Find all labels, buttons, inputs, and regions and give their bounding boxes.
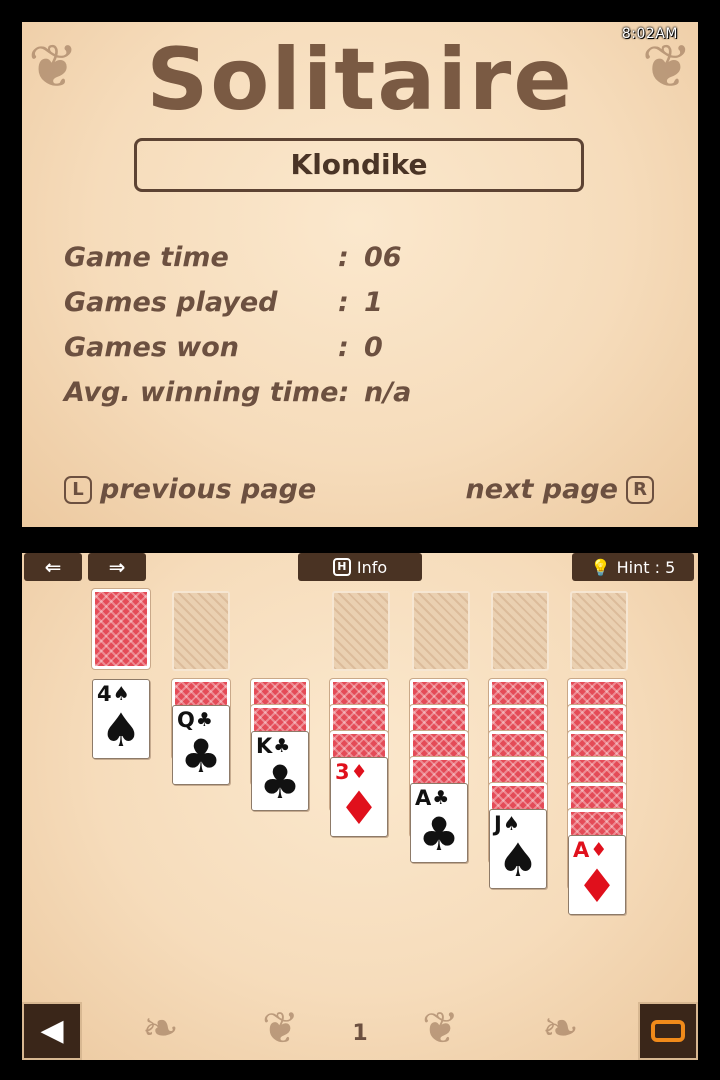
stat-value: 1 [364,287,383,318]
stats-screen: ❦ ❦ 8:02AM Solitaire Klondike Game time … [22,22,698,527]
redo-arrow-icon: ⇒ [108,555,126,579]
previous-page-button[interactable]: L previous page [64,474,316,505]
foundation-slot[interactable] [570,591,628,671]
card-suit-large-icon: ♦ [338,781,380,835]
hint-button[interactable]: 💡 Hint : 5 [572,553,694,581]
l-button-icon: L [64,475,92,504]
menu-icon [651,1020,685,1042]
stat-value: 06 [364,242,402,273]
card-suit-large-icon: ♣ [259,755,301,809]
stat-value: n/a [364,377,412,408]
game-mode-label: Klondike [134,138,584,192]
previous-page-label: previous page [100,474,317,505]
lightbulb-icon: 💡 [590,557,611,577]
stat-label: Games won [64,332,240,363]
stock-pile[interactable] [92,589,150,669]
next-page-label: next page [465,474,618,505]
tableau-card[interactable]: A ♦ ♦ [568,835,626,915]
hint-label: Hint : 5 [616,557,676,577]
waste-slot[interactable] [172,591,230,671]
stat-label: Games played [64,287,278,318]
card-suit-large-icon: ♣ [418,807,460,861]
game-title: Solitaire [146,30,574,130]
page-number: 1 [352,1021,368,1046]
info-key-icon: H [332,558,351,576]
info-button[interactable]: H Info [298,553,422,581]
stat-colon: : [338,287,349,318]
info-label: Info [356,557,388,577]
next-page-button[interactable]: next page R [466,474,654,505]
back-arrow-icon: ◀ [40,1013,64,1048]
tableau-card[interactable]: 3 ♦ ♦ [330,757,388,837]
foundation-slot[interactable] [491,591,549,671]
foundation-slot[interactable] [332,591,390,671]
foundation-slot[interactable] [412,591,470,671]
undo-button[interactable]: ⇐ [24,553,82,581]
menu-button[interactable] [638,1002,698,1060]
r-button-icon: R [626,475,654,504]
tableau-card[interactable]: 4 ♠ ♠ [92,679,150,759]
card-suit-large-icon: ♦ [576,859,618,913]
stat-colon: : [338,332,349,363]
redo-button[interactable]: ⇒ [88,553,146,581]
back-button[interactable]: ◀ [22,1002,82,1060]
tableau-card[interactable]: J ♠ ♠ [489,809,547,889]
stat-label: Game time [64,242,229,273]
tableau-card[interactable]: A ♣ ♣ [410,783,468,863]
stat-colon: : [338,242,349,273]
card-suit-large-icon: ♠ [497,833,539,887]
card-suit-large-icon: ♠ [100,703,142,757]
tableau-card[interactable]: Q ♣ ♣ [172,705,230,785]
stat-label: Avg. winning time: [64,377,350,408]
tableau-card[interactable]: K ♣ ♣ [251,731,309,811]
undo-arrow-icon: ⇐ [44,555,62,579]
game-board: ⇐ ⇒ H Info 💡 Hint : 5 4 ♠ ♠ Q ♣ ♣ K ♣ ♣ 3 ♦ ♦ A ♣ ♣ J ♠ ♠… [22,553,698,1060]
card-suit-large-icon: ♣ [180,729,222,783]
stat-value: 0 [364,332,383,363]
